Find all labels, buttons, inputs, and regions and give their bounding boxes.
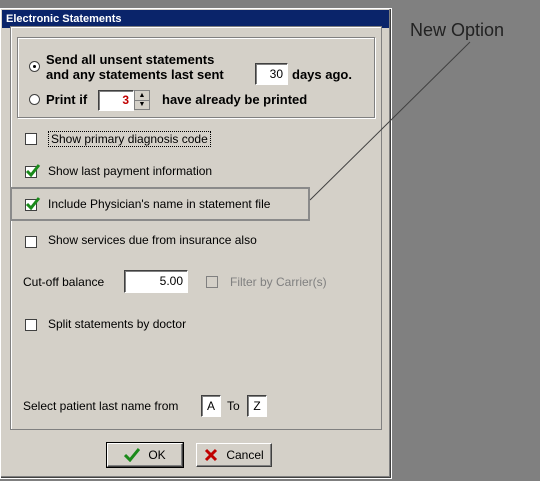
annotation-arrow [309,41,471,201]
